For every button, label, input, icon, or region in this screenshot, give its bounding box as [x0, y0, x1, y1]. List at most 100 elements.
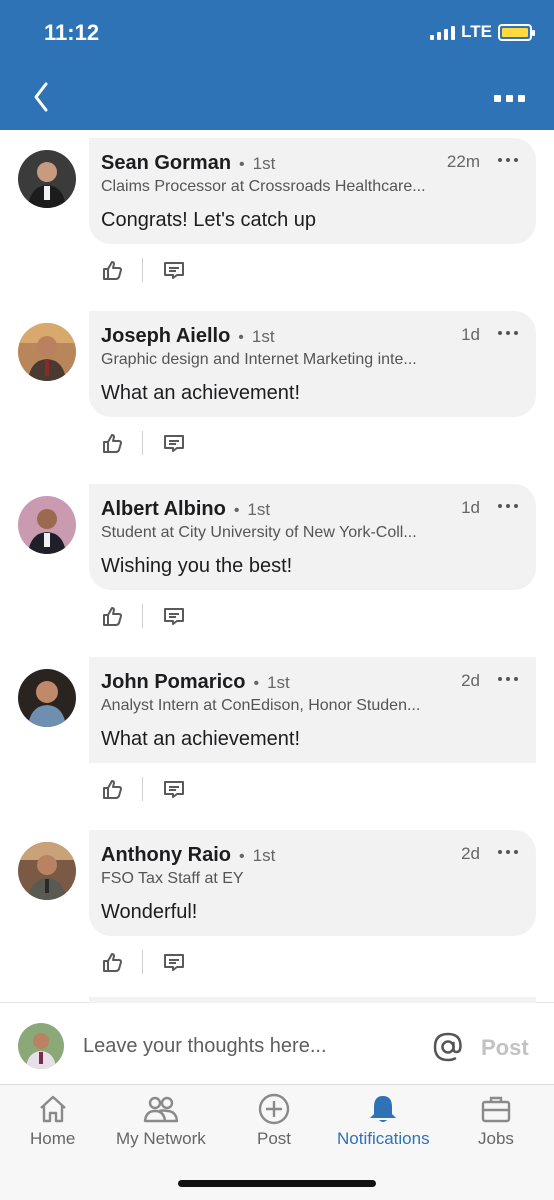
separator-dot: • — [238, 329, 244, 346]
reply-button[interactable] — [161, 949, 187, 975]
separator-dot: • — [239, 156, 245, 173]
briefcase-icon — [481, 1096, 511, 1123]
connection-degree: 1st — [252, 846, 276, 865]
tab-notifications-label: Notifications — [337, 1129, 430, 1148]
commenter-name[interactable]: Joseph Aiello — [101, 325, 230, 348]
reply-button[interactable] — [161, 430, 187, 456]
network-type: LTE — [461, 22, 492, 41]
comment-bubble[interactable]: John Pomarico • 1st 2d Analyst Intern at… — [89, 657, 536, 763]
comment-actions — [100, 948, 187, 976]
comment-icon — [164, 781, 184, 798]
post-button[interactable]: Post — [481, 1035, 529, 1061]
comment-text: What an achievement! — [101, 728, 300, 750]
comment-item: John Pomarico • 1st 2d Analyst Intern at… — [0, 657, 554, 830]
connection-degree: 1st — [267, 673, 290, 692]
avatar[interactable] — [18, 496, 76, 554]
comment-text: Wonderful! — [101, 901, 198, 923]
commenter-headline: Analyst Intern at ConEdison, Honor Stude… — [101, 697, 421, 714]
tab-my-network-label: My Network — [116, 1129, 206, 1148]
avatar[interactable] — [18, 323, 76, 381]
comment-options-button[interactable] — [498, 677, 518, 681]
app-header: 11:12 LTE — [0, 0, 554, 130]
comment-bubble[interactable]: Anthony Raio • 1st 2d FSO Tax Staff at E… — [89, 830, 536, 936]
comment-options-button[interactable] — [498, 158, 518, 162]
comment-time: 2d — [461, 671, 480, 690]
comment-actions — [100, 256, 187, 284]
home-icon — [39, 1095, 66, 1123]
comment-item: Anthony Raio • 1st 2d FSO Tax Staff at E… — [0, 830, 554, 1003]
back-button[interactable] — [28, 78, 56, 116]
tab-notifications[interactable]: Notifications — [337, 1093, 430, 1149]
commenter-name[interactable]: Albert Albino — [101, 498, 226, 521]
commenter-name[interactable]: Sean Gorman — [101, 152, 231, 175]
like-button[interactable] — [100, 776, 126, 802]
more-options-button[interactable] — [494, 88, 528, 108]
battery-icon — [498, 23, 535, 41]
avatar[interactable] — [18, 150, 76, 208]
comment-text: Congrats! Let's catch up — [101, 209, 317, 231]
signal-icon — [430, 24, 456, 40]
connection-degree: 1st — [251, 327, 275, 346]
thumbs-up-icon — [103, 434, 122, 453]
like-button[interactable] — [100, 430, 126, 456]
tab-post[interactable]: Post — [257, 1093, 291, 1149]
comment-text: What an achievement! — [101, 382, 300, 404]
comment-icon — [164, 608, 184, 625]
comment-actions — [100, 429, 187, 457]
plus-circle-icon — [258, 1093, 290, 1125]
comment-time: 2d — [461, 844, 480, 863]
comment-item: Sean Gorman • 1st 22m Claims Processor a… — [0, 138, 554, 311]
commenter-headline: Graphic design and Internet Marketing in… — [101, 351, 417, 368]
comment-icon — [164, 435, 184, 452]
comment-time: 22m — [446, 152, 480, 171]
commenter-headline: Student at City University of New York-C… — [101, 524, 417, 541]
like-button[interactable] — [100, 257, 126, 283]
avatar[interactable] — [18, 842, 76, 900]
chevron-left-icon — [34, 82, 48, 112]
comment-item: Joseph Aiello • 1st 1d Graphic design an… — [0, 311, 554, 484]
mention-button[interactable] — [432, 1031, 464, 1063]
comment-options-button[interactable] — [498, 504, 518, 508]
network-icon — [143, 1096, 179, 1123]
comment-actions — [100, 602, 187, 630]
connection-degree: 1st — [252, 154, 276, 173]
home-indicator — [178, 1180, 376, 1187]
thumbs-up-icon — [103, 953, 122, 972]
tab-jobs-label: Jobs — [478, 1129, 514, 1148]
commenter-headline: FSO Tax Staff at EY — [101, 870, 244, 887]
avatar[interactable] — [18, 669, 76, 727]
comment-options-button[interactable] — [498, 850, 518, 854]
commenter-name[interactable]: Anthony Raio — [101, 844, 231, 867]
tab-post-label: Post — [257, 1129, 292, 1148]
my-avatar — [18, 1023, 64, 1069]
tab-home-label: Home — [30, 1129, 76, 1148]
comment-text: Wishing you the best! — [101, 555, 293, 577]
comment-item: Albert Albino • 1st 1d Student at City U… — [0, 484, 554, 657]
thumbs-up-icon — [103, 261, 122, 280]
comment-icon — [164, 262, 184, 279]
tab-jobs[interactable]: Jobs — [478, 1093, 514, 1149]
comment-time: 1d — [461, 498, 480, 517]
comment-bubble[interactable]: Joseph Aiello • 1st 1d Graphic design an… — [89, 311, 536, 417]
comment-bubble[interactable]: Sean Gorman • 1st 22m Claims Processor a… — [89, 138, 536, 244]
separator-dot: • — [239, 848, 245, 865]
tab-home[interactable]: Home — [30, 1093, 75, 1149]
separator-dot: • — [233, 502, 240, 519]
commenter-name[interactable]: John Pomarico — [101, 671, 245, 694]
connection-degree: 1st — [247, 500, 271, 519]
status-indicators: LTE — [430, 22, 535, 42]
at-sign-icon — [433, 1032, 462, 1062]
tab-my-network[interactable]: My Network — [116, 1093, 206, 1149]
reply-button[interactable] — [161, 603, 187, 629]
separator-dot: • — [253, 675, 260, 692]
comment-bubble[interactable]: Albert Albino • 1st 1d Student at City U… — [89, 484, 536, 590]
comment-time: 1d — [461, 325, 480, 344]
reply-button[interactable] — [161, 776, 187, 802]
like-button[interactable] — [100, 603, 126, 629]
comment-options-button[interactable] — [498, 331, 518, 335]
like-button[interactable] — [100, 949, 126, 975]
comment-input[interactable]: Leave your thoughts here... — [83, 1035, 327, 1058]
comment-actions — [100, 775, 187, 803]
comment-icon — [164, 954, 184, 971]
reply-button[interactable] — [161, 257, 187, 283]
